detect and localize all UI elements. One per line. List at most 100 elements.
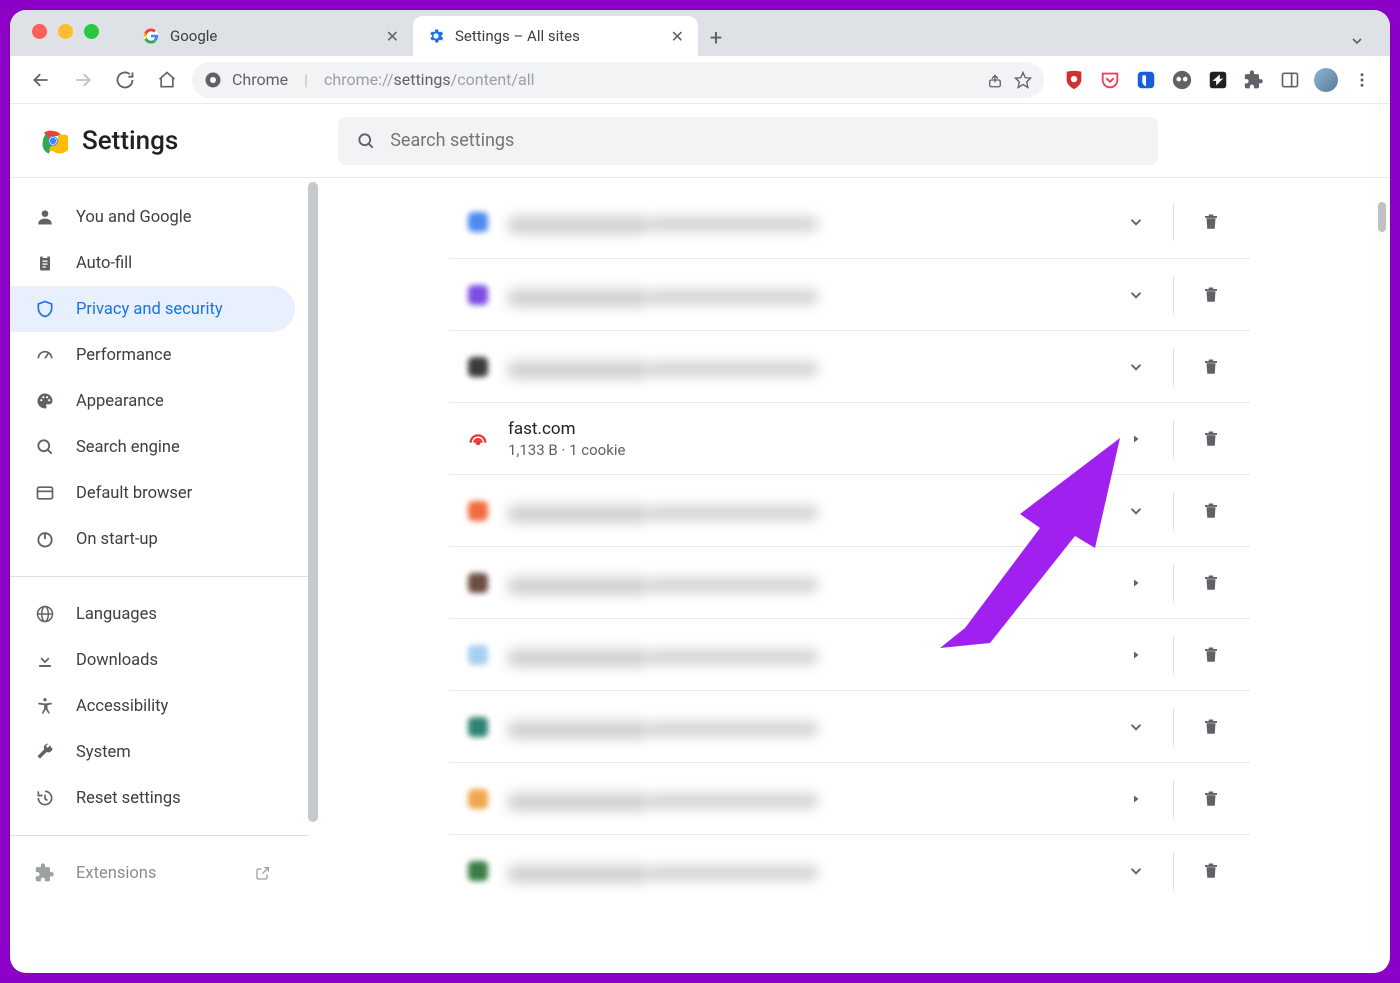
settings-title: Settings xyxy=(38,126,178,156)
tab-overflow-button[interactable] xyxy=(1342,26,1372,56)
site-subtext: ████ xyxy=(648,290,818,304)
maximize-window-button[interactable] xyxy=(84,24,99,39)
row-divider xyxy=(1173,348,1174,386)
expand-chevron-icon[interactable] xyxy=(1115,850,1157,892)
back-button[interactable] xyxy=(24,63,58,97)
clipboard-icon xyxy=(34,253,56,273)
bookmark-icon[interactable] xyxy=(1014,71,1032,89)
chrome-logo-icon xyxy=(38,126,68,156)
site-row[interactable]: ████████ xyxy=(450,690,1250,762)
extension-pocket-icon[interactable] xyxy=(1096,66,1124,94)
tab-settings[interactable]: Settings – All sites ✕ xyxy=(413,16,698,56)
delete-site-button[interactable] xyxy=(1190,562,1232,604)
expand-chevron-icon[interactable] xyxy=(1115,274,1157,316)
content-scrollbar[interactable] xyxy=(1378,178,1388,973)
sidebar-item-default-browser[interactable]: Default browser xyxy=(10,470,295,516)
delete-site-button[interactable] xyxy=(1190,706,1232,748)
sidebar-item-label: Appearance xyxy=(76,392,164,411)
sidebar-item-extensions[interactable]: Extensions xyxy=(10,850,295,896)
gauge-icon xyxy=(34,345,56,365)
url-separator: | xyxy=(304,70,308,89)
site-row[interactable]: ████████ xyxy=(450,330,1250,402)
user-icon xyxy=(34,207,56,227)
site-text: ████████ xyxy=(508,209,1099,235)
site-favicon-icon xyxy=(464,641,492,669)
site-name: ████ xyxy=(508,577,648,595)
chrome-scheme-icon xyxy=(204,71,222,89)
forward-button[interactable] xyxy=(66,63,100,97)
expand-chevron-icon[interactable] xyxy=(1115,346,1157,388)
delete-site-button[interactable] xyxy=(1190,418,1232,460)
tab-google[interactable]: Google ✕ xyxy=(128,16,413,56)
home-button[interactable] xyxy=(150,63,184,97)
expand-chevron-icon[interactable] xyxy=(1115,490,1157,532)
close-window-button[interactable] xyxy=(32,24,47,39)
delete-site-button[interactable] xyxy=(1190,346,1232,388)
sidebar-item-appearance[interactable]: Appearance xyxy=(10,378,295,424)
delete-site-button[interactable] xyxy=(1190,634,1232,676)
url-scheme-label: Chrome xyxy=(232,70,288,89)
extension-ublock-icon[interactable] xyxy=(1060,66,1088,94)
shield-icon xyxy=(34,299,56,319)
extension-icon xyxy=(34,863,56,883)
site-row[interactable]: ████████ xyxy=(450,186,1250,258)
extension-5-icon[interactable] xyxy=(1204,66,1232,94)
site-row[interactable]: ████████ xyxy=(450,546,1250,618)
sidebar-item-you-and-google[interactable]: You and Google xyxy=(10,194,295,240)
extension-bitwarden-icon[interactable] xyxy=(1132,66,1160,94)
site-subtext: ████ xyxy=(648,722,818,736)
expand-caret-icon[interactable] xyxy=(1115,418,1157,460)
site-row[interactable]: ████████ xyxy=(450,834,1250,906)
site-text: fast.com1,133 B · 1 cookie xyxy=(508,419,1099,459)
delete-site-button[interactable] xyxy=(1190,274,1232,316)
sidebar-item-languages[interactable]: Languages xyxy=(10,591,295,637)
toolbar: Chrome | chrome://settings/content/all xyxy=(10,56,1390,104)
sidebar-item-accessibility[interactable]: Accessibility xyxy=(10,683,295,729)
site-row[interactable]: fast.com1,133 B · 1 cookie xyxy=(450,402,1250,474)
expand-caret-icon[interactable] xyxy=(1115,778,1157,820)
extensions-button-icon[interactable] xyxy=(1240,66,1268,94)
reload-button[interactable] xyxy=(108,63,142,97)
close-tab-icon[interactable]: ✕ xyxy=(671,27,684,46)
expand-caret-icon[interactable] xyxy=(1115,562,1157,604)
settings-content: ████████████████████████fast.com1,133 B … xyxy=(310,178,1390,973)
site-row[interactable]: ████████ xyxy=(450,762,1250,834)
sidebar-item-performance[interactable]: Performance xyxy=(10,332,295,378)
row-divider xyxy=(1173,780,1174,818)
share-icon[interactable] xyxy=(986,71,1004,89)
expand-caret-icon[interactable] xyxy=(1115,634,1157,676)
search-settings-input[interactable]: Search settings xyxy=(338,117,1158,165)
sidebar-item-system[interactable]: System xyxy=(10,729,295,775)
side-panel-icon[interactable] xyxy=(1276,66,1304,94)
row-divider xyxy=(1173,420,1174,458)
delete-site-button[interactable] xyxy=(1190,201,1232,243)
browser-menu-icon[interactable] xyxy=(1348,66,1376,94)
sidebar-item-search-engine[interactable]: Search engine xyxy=(10,424,295,470)
close-tab-icon[interactable]: ✕ xyxy=(386,27,399,46)
new-tab-button[interactable]: + xyxy=(698,20,734,56)
delete-site-button[interactable] xyxy=(1190,850,1232,892)
browser-window: Google ✕ Settings – All sites ✕ + xyxy=(10,10,1390,973)
row-divider xyxy=(1173,276,1174,314)
search-icon xyxy=(34,437,56,457)
site-row[interactable]: ████████ xyxy=(450,474,1250,546)
site-row[interactable]: ████████ xyxy=(450,258,1250,330)
extension-4-icon[interactable] xyxy=(1168,66,1196,94)
sidebar-item-downloads[interactable]: Downloads xyxy=(10,637,295,683)
expand-chevron-icon[interactable] xyxy=(1115,201,1157,243)
address-bar[interactable]: Chrome | chrome://settings/content/all xyxy=(192,62,1044,98)
profile-avatar[interactable] xyxy=(1312,66,1340,94)
delete-site-button[interactable] xyxy=(1190,490,1232,532)
site-row[interactable]: ████████ xyxy=(450,618,1250,690)
sidebar-item-on-startup[interactable]: On start-up xyxy=(10,516,295,562)
sidebar-item-reset-settings[interactable]: Reset settings xyxy=(10,775,295,821)
scrollbar-thumb[interactable] xyxy=(1378,202,1386,232)
delete-site-button[interactable] xyxy=(1190,778,1232,820)
sidebar-item-privacy-security[interactable]: Privacy and security xyxy=(10,286,295,332)
sidebar-item-autofill[interactable]: Auto-fill xyxy=(10,240,295,286)
site-subtext: ████ xyxy=(648,866,818,880)
extension-row xyxy=(1060,66,1376,94)
minimize-window-button[interactable] xyxy=(58,24,73,39)
sidebar-divider xyxy=(10,835,309,836)
expand-chevron-icon[interactable] xyxy=(1115,706,1157,748)
